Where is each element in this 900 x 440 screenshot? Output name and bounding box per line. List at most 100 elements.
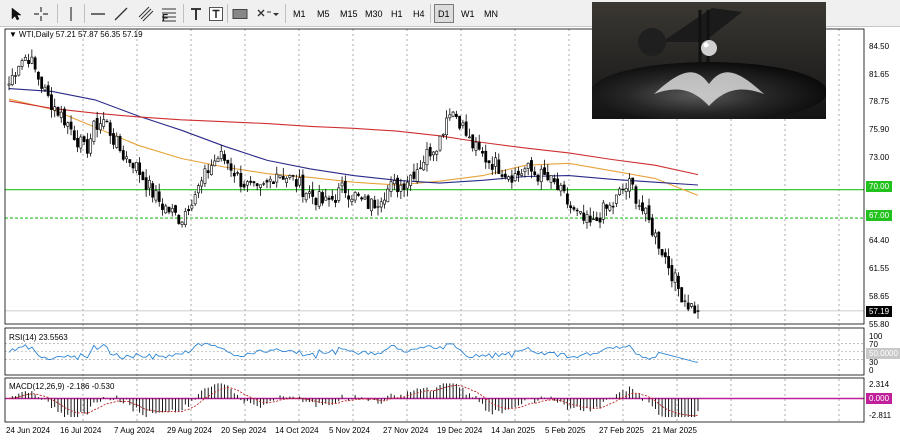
candle-body [7,83,11,86]
candle-body [601,202,605,220]
candle-body [366,195,370,209]
candle-body [631,177,635,185]
date-tick: 14 Oct 2024 [275,426,319,435]
candle-body [575,209,579,212]
candle-body [556,178,559,191]
price-tick: 61.55 [869,264,890,273]
candle-body [546,172,550,181]
date-tick: 29 Aug 2024 [167,426,212,435]
candle-body [637,205,641,207]
candle-body [82,136,86,142]
candle-body [66,122,70,127]
candle-body [89,138,93,154]
candle-body [314,198,318,206]
candle-body [356,193,360,196]
candle-body [353,192,357,201]
candle-body [30,56,34,64]
candle-body [552,178,556,183]
candle-body [20,60,24,67]
candle-body [151,183,155,198]
candle-body [72,130,76,140]
candle-body [474,141,478,151]
candle-body [226,159,230,164]
candle-body [650,217,654,236]
candle-body [157,191,161,202]
oil-pump-image [592,2,826,119]
price-tick: 75.90 [869,125,890,134]
candle-body [402,183,406,190]
candle-body [677,275,680,289]
candle-body [471,134,475,149]
candle-body [79,136,83,149]
candle-body [415,169,419,182]
candle-body [128,159,132,164]
candle-body [503,173,507,178]
candle-body [144,177,148,190]
candle-body [200,180,204,187]
candle-body [445,117,448,136]
candle-body [530,160,533,172]
candle-body [549,175,553,183]
candle-body [500,174,504,177]
candle-body [265,180,269,183]
price-tick: 58.65 [869,292,890,301]
candle-body [517,170,520,176]
date-tick: 21 Mar 2025 [652,426,697,435]
candle-body [579,211,582,214]
candle-body [223,154,226,161]
candle-body [464,121,468,136]
candle-body [245,181,249,186]
candle-body [330,196,334,200]
candle-body [324,196,328,201]
candle-body [347,195,351,200]
candle-body [660,249,664,256]
candle-body [618,188,622,195]
candle-body [536,174,540,182]
candle-body [360,197,364,200]
date-tick: 5 Feb 2025 [545,426,586,435]
candle-body [275,173,279,183]
candle-body [196,185,200,194]
candle-body [481,151,484,154]
candle-body [174,205,177,213]
candle-body [301,174,305,197]
candle-body [383,199,386,205]
candle-body [441,134,445,136]
candle-body [154,190,158,201]
candle-body [582,212,586,221]
candle-body [569,205,573,209]
candle-body [59,111,63,119]
macd-header: MACD(12,26,9) -2.186 -0.530 [9,382,115,391]
candle-body [435,150,439,155]
candle-body [102,119,106,127]
candle-body [696,310,700,312]
candle-body [559,184,563,192]
candle-body [510,175,514,183]
level-tag-67: 67.00 [866,210,893,221]
candle-body [494,157,497,167]
candle-body [562,184,566,192]
candle-body [85,139,89,154]
candle-body [53,106,57,111]
candle-body [294,179,298,187]
candle-body [229,163,233,171]
date-tick: 7 Aug 2024 [114,426,155,435]
candle-body [419,167,422,170]
candle-body [167,206,171,213]
current-price-tag: 57.19 [866,306,893,317]
collapse-arrow-icon[interactable]: ▼ [9,30,17,39]
candle-body [118,136,122,151]
candle-body [673,272,677,283]
rsi-indicator [5,342,864,363]
candle-body [448,114,452,119]
candle-body [177,214,181,224]
candle-body [334,199,337,203]
candle-body [92,120,96,142]
price-tick: 84.50 [869,42,890,51]
candle-body [112,133,115,145]
rsi-tick: 0 [869,366,874,375]
candle-body [386,188,390,203]
candle-body [693,305,697,314]
candle-body [454,113,458,118]
candle-body [138,162,142,175]
